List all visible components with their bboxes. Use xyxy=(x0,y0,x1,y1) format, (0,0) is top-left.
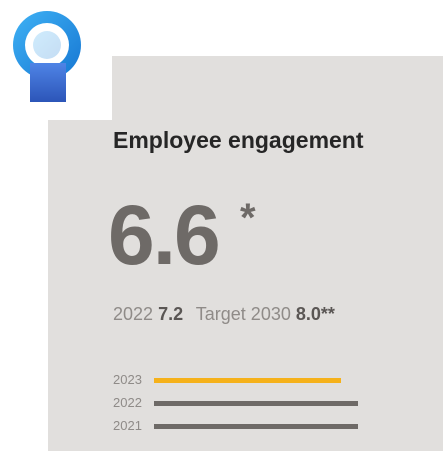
metric-value: 6.6 xyxy=(108,188,221,282)
metric-title: Employee engagement xyxy=(113,127,364,153)
bar-2022 xyxy=(154,401,358,406)
card-top xyxy=(112,56,443,120)
bar-row-2023: 2023 xyxy=(113,372,373,395)
metric-value-footnote: * xyxy=(240,196,256,240)
bar-2023 xyxy=(154,378,341,383)
bar-2021 xyxy=(154,424,358,429)
bar-row-2021: 2021 xyxy=(113,418,373,441)
bar-year-label: 2022 xyxy=(113,395,142,410)
previous-year-label: 2022 xyxy=(113,304,154,324)
person-in-ring-icon xyxy=(13,11,81,102)
bar-row-2022: 2022 xyxy=(113,395,373,418)
comparison-line: 2022 7.2 Target 2030 8.0** xyxy=(113,304,335,325)
target-value: 8.0** xyxy=(295,304,335,324)
previous-year-value: 7.2 xyxy=(158,304,184,324)
bar-year-label: 2021 xyxy=(113,418,142,433)
year-bars: 2023 2022 2021 xyxy=(113,372,373,441)
bar-year-label: 2023 xyxy=(113,372,142,387)
target-label: Target 2030 xyxy=(195,304,291,324)
page: Employee engagement 6.6 * 2022 7.2 Targe… xyxy=(0,0,443,451)
